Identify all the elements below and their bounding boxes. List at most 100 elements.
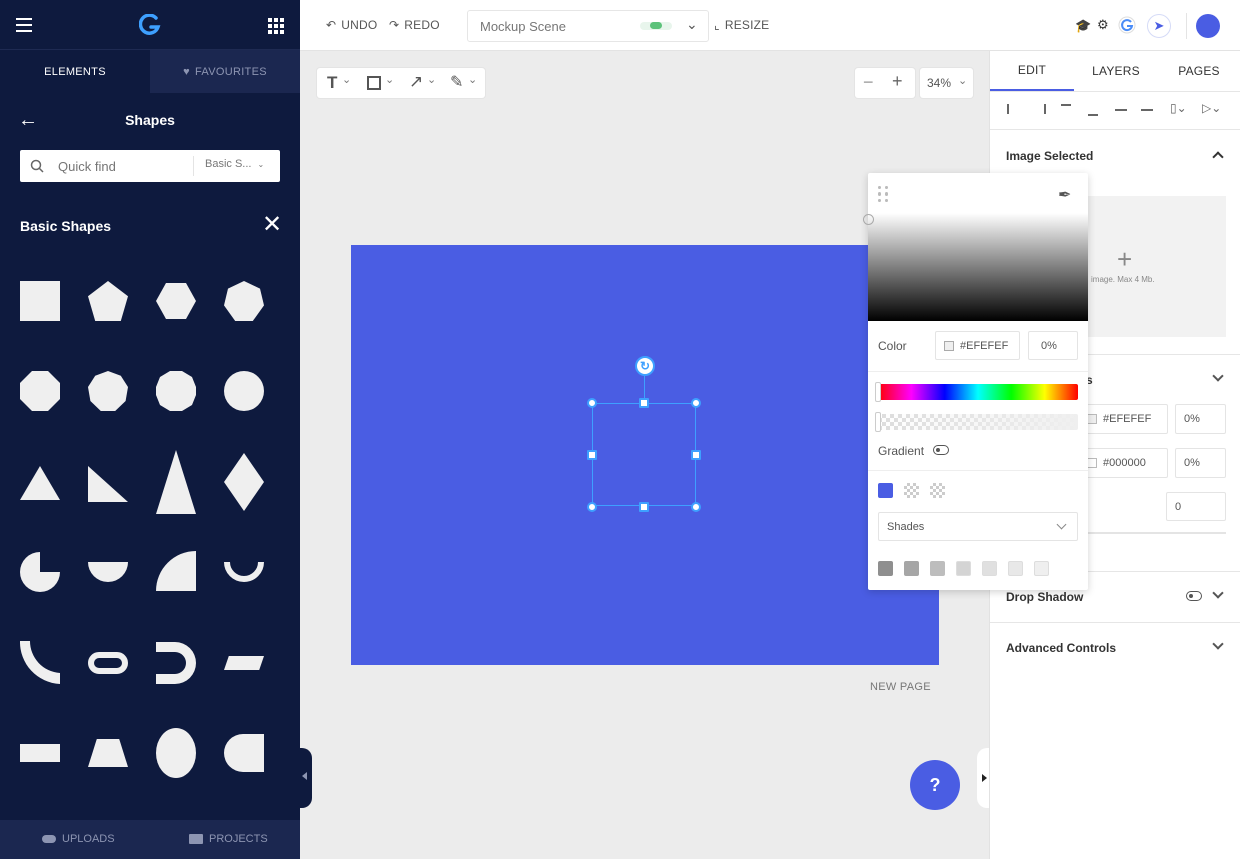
uploads-tab[interactable]: UPLOADS	[42, 833, 115, 845]
resize-button[interactable]: ⌞ RESIZE	[714, 18, 769, 32]
fill-opacity-field[interactable]: 0%	[1175, 404, 1226, 434]
chevron-down-icon[interactable]	[1212, 638, 1224, 650]
scene-name-field[interactable]: Mockup Scene ⌄	[467, 10, 709, 42]
align-center-icon[interactable]	[1115, 109, 1127, 111]
shape-tool-icon[interactable]	[367, 76, 381, 90]
tab-layers[interactable]: LAYERS	[1074, 51, 1158, 91]
shape-square[interactable]	[20, 281, 60, 321]
redo-button[interactable]: ↷ REDO	[389, 18, 440, 32]
resize-handle-bl[interactable]	[587, 502, 597, 512]
shape-arc[interactable]	[224, 560, 264, 582]
shape-hexagon[interactable]	[156, 283, 196, 319]
help-button[interactable]: ?	[910, 760, 960, 810]
drag-handle-icon[interactable]	[878, 186, 888, 202]
shape-parallelogram[interactable]	[224, 656, 264, 670]
chevron-down-icon[interactable]	[1212, 587, 1224, 599]
chevron-down-icon[interactable]	[1212, 370, 1224, 382]
graduation-cap-icon[interactable]: 🎓	[1075, 18, 1091, 34]
stroke-width-field[interactable]: 0	[1166, 492, 1226, 521]
shape-trapezoid[interactable]	[88, 739, 128, 767]
shape-pentagon[interactable]	[88, 281, 128, 321]
menu-icon[interactable]	[16, 18, 32, 32]
shape-octagon[interactable]	[20, 371, 60, 411]
alpha-thumb[interactable]	[875, 412, 881, 432]
shade-swatch[interactable]	[1034, 561, 1049, 576]
shape-right-triangle[interactable]	[88, 466, 128, 502]
shape-rectangle[interactable]	[20, 744, 60, 762]
toggle-switch[interactable]	[1186, 591, 1202, 601]
new-page-button[interactable]: NEW PAGE	[870, 681, 931, 693]
shade-swatch[interactable]	[930, 561, 945, 576]
resize-handle-br[interactable]	[691, 502, 701, 512]
selection-box[interactable]: ↻	[587, 356, 701, 512]
google-icon[interactable]	[1118, 16, 1136, 34]
alpha-slider[interactable]	[875, 412, 1078, 432]
resize-handle-tr[interactable]	[691, 398, 701, 408]
tab-pages[interactable]: PAGES	[1157, 51, 1240, 91]
swatch-transparent[interactable]	[904, 483, 919, 498]
arrow-tool-icon[interactable]: ↗	[409, 72, 423, 92]
shape-decagon[interactable]	[156, 371, 196, 411]
shape-diamond[interactable]	[224, 453, 264, 511]
projects-tab[interactable]: PROJECTS	[189, 833, 268, 845]
undo-button[interactable]: ↶ UNDO	[326, 18, 377, 32]
shape-bracket[interactable]	[156, 642, 196, 684]
search-input[interactable]	[58, 156, 188, 176]
resize-handle-r[interactable]	[691, 450, 701, 460]
chevron-up-icon[interactable]	[1212, 151, 1224, 163]
zoom-out-button[interactable]: −	[863, 72, 874, 93]
saturation-cursor[interactable]	[863, 214, 874, 225]
hex-input[interactable]: #EFEFEF	[935, 331, 1020, 360]
panel-collapse-handle[interactable]	[977, 748, 989, 808]
share-icon[interactable]: ➤	[1147, 14, 1171, 38]
align-right-icon[interactable]	[1034, 104, 1046, 114]
zoom-select[interactable]: 34% ⌄	[920, 68, 973, 98]
shape-d-shape[interactable]	[224, 734, 264, 772]
zoom-in-button[interactable]: +	[892, 71, 903, 92]
category-select[interactable]: Basic S... ⌄	[205, 158, 264, 172]
saturation-area[interactable]	[863, 213, 1088, 321]
rotate-handle-icon[interactable]: ↻	[635, 356, 655, 376]
shape-circle[interactable]	[224, 371, 264, 411]
app-logo[interactable]	[139, 14, 161, 36]
back-arrow-icon[interactable]: ←	[18, 110, 38, 130]
shape-heptagon[interactable]	[224, 281, 264, 321]
shape-triangle[interactable]	[20, 466, 60, 500]
palette-select[interactable]: Shades	[878, 512, 1078, 541]
close-icon[interactable]: ✕	[262, 213, 282, 237]
avatar[interactable]	[1196, 14, 1220, 38]
shade-swatch[interactable]	[956, 561, 971, 576]
text-tool-icon[interactable]: T	[327, 73, 337, 93]
swatch-document-color[interactable]	[878, 483, 893, 498]
hue-thumb[interactable]	[875, 382, 881, 402]
align-bottom-icon[interactable]	[1088, 104, 1098, 116]
fill-color-field[interactable]: #EFEFEF	[1078, 404, 1168, 434]
align-top-icon[interactable]	[1061, 104, 1071, 116]
shade-swatch[interactable]	[878, 561, 893, 576]
align-left-icon[interactable]	[1007, 104, 1019, 114]
shape-ring-pill[interactable]	[88, 652, 128, 674]
hue-slider[interactable]	[875, 382, 1078, 402]
shape-curve[interactable]	[20, 641, 62, 685]
resize-handle-t[interactable]	[639, 398, 649, 408]
opacity-input[interactable]: 0%	[1028, 331, 1078, 360]
stroke-opacity-field[interactable]: 0%	[1175, 448, 1226, 478]
distribute-icon[interactable]: ▯⌄	[1170, 101, 1187, 115]
swatch-transparent[interactable]	[930, 483, 945, 498]
resize-handle-tl[interactable]	[587, 398, 597, 408]
eyedropper-icon[interactable]: ✒	[1058, 185, 1071, 205]
resize-handle-b[interactable]	[639, 502, 649, 512]
tab-favourites[interactable]: ♥ FAVOURITES	[150, 50, 300, 93]
shape-half-circle[interactable]	[88, 562, 128, 582]
gradient-toggle[interactable]	[933, 445, 949, 455]
shade-swatch[interactable]	[904, 561, 919, 576]
flip-icon[interactable]: ▷⌄	[1202, 101, 1221, 115]
shape-tall-triangle[interactable]	[156, 450, 196, 514]
shape-nonagon[interactable]	[88, 371, 128, 411]
shade-swatch[interactable]	[982, 561, 997, 576]
apps-grid-icon[interactable]	[268, 18, 284, 34]
shape-quarter-circle[interactable]	[156, 551, 196, 591]
tab-elements[interactable]: ELEMENTS	[0, 50, 150, 93]
shape-ellipse[interactable]	[156, 728, 196, 778]
align-middle-icon[interactable]	[1141, 109, 1153, 111]
